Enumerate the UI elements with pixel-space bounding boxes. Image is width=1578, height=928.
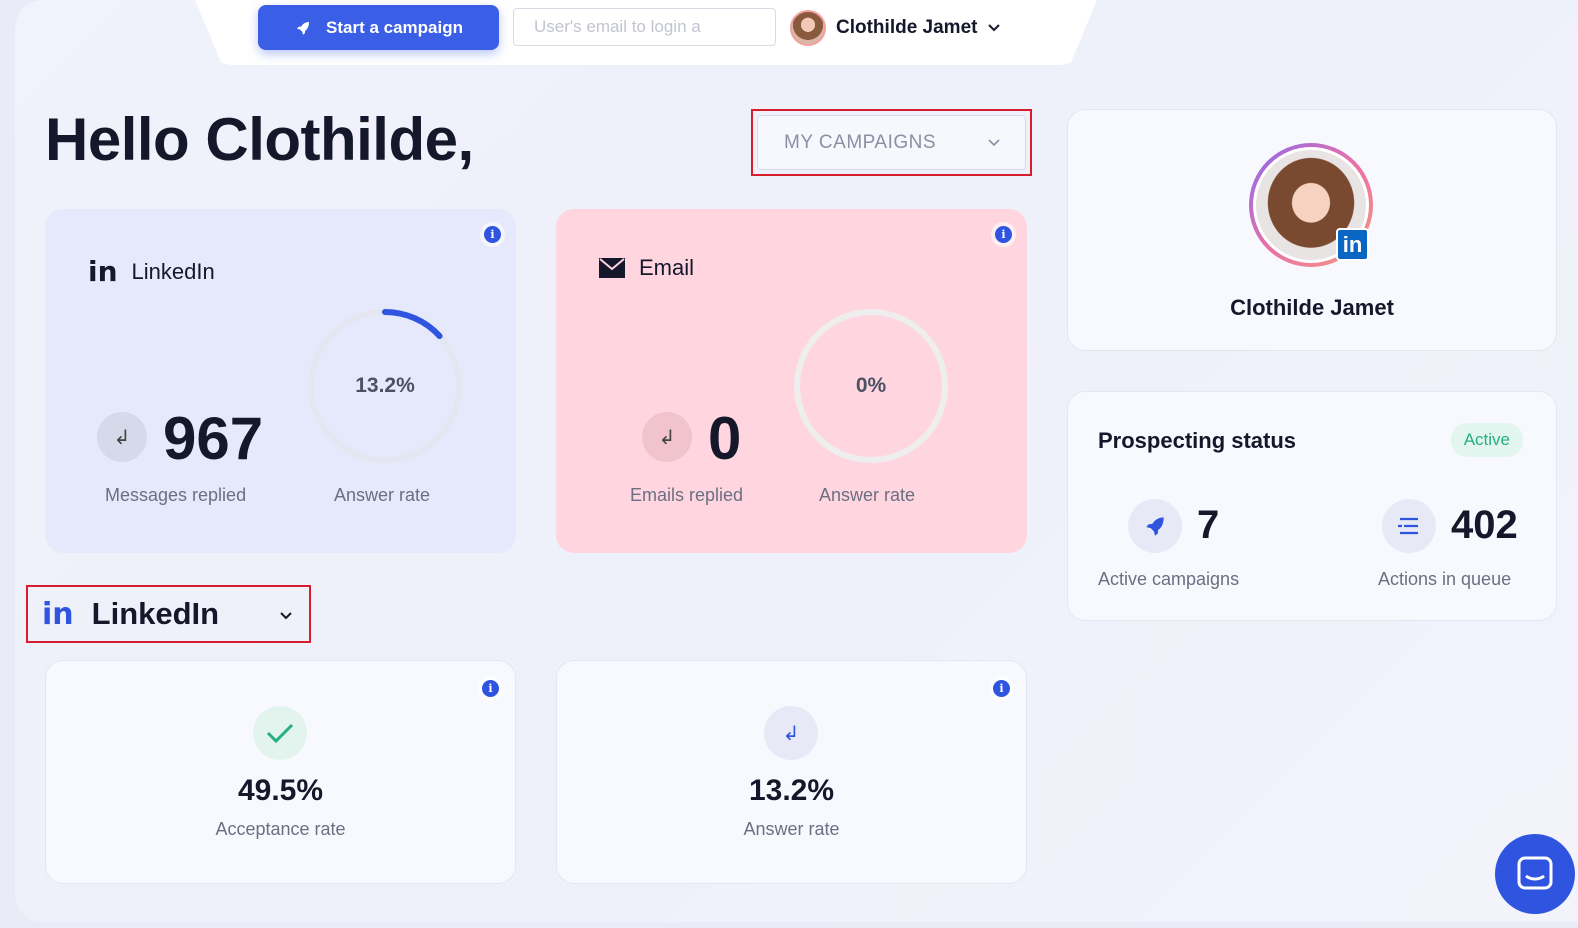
- campaign-filter-select[interactable]: MY CAMPAIGNS: [757, 115, 1026, 170]
- status-badge: Active: [1450, 423, 1523, 457]
- check-icon: [253, 706, 307, 760]
- linkedin-badge-icon: in: [1336, 228, 1369, 261]
- chevron-down-icon: [988, 138, 1000, 146]
- start-campaign-label: Start a campaign: [326, 17, 463, 37]
- prospecting-status-card: Prospecting status Active 7 Active campa…: [1067, 391, 1557, 621]
- info-icon[interactable]: i: [995, 226, 1012, 243]
- answer-rate-card: i ↲ 13.2% Answer rate: [556, 660, 1027, 884]
- linkedin-icon: in: [88, 255, 118, 288]
- answer-rate-value: 0%: [855, 374, 887, 397]
- rocket-icon: [1128, 499, 1182, 553]
- card-header: Email: [599, 255, 694, 281]
- info-icon[interactable]: i: [482, 680, 499, 697]
- acceptance-rate-value: 49.5%: [237, 774, 324, 807]
- user-menu[interactable]: Clothilde Jamet: [790, 9, 1001, 47]
- emails-replied-label: Emails replied: [630, 485, 744, 505]
- info-icon[interactable]: i: [993, 680, 1010, 697]
- messages-replied-value: 967: [163, 405, 264, 472]
- info-icon[interactable]: i: [484, 226, 501, 243]
- page-title: Hello Clothilde,: [45, 106, 474, 173]
- actions-queue-value: 402: [1451, 503, 1518, 547]
- campaign-filter-value: MY CAMPAIGNS: [784, 131, 937, 153]
- user-name: Clothilde Jamet: [836, 17, 978, 38]
- reply-icon: ↲: [764, 706, 818, 760]
- channel-selector-label: LinkedIn: [91, 596, 220, 631]
- start-campaign-button[interactable]: Start a campaign: [258, 5, 499, 50]
- answer-rate-value: 13.2%: [748, 774, 835, 807]
- reply-icon: ↲: [97, 412, 147, 462]
- reply-icon: ↲: [642, 412, 692, 462]
- chevron-down-icon: [280, 612, 292, 620]
- answer-rate-label: Answer rate: [819, 485, 916, 505]
- campaign-filter-highlight: MY CAMPAIGNS: [751, 109, 1032, 176]
- profile-card: in Clothilde Jamet: [1067, 109, 1557, 351]
- avatar: [790, 10, 826, 46]
- active-campaigns-value: 7: [1197, 503, 1220, 547]
- login-as-email-input[interactable]: [513, 8, 776, 46]
- prospecting-status-title: Prospecting status: [1098, 428, 1297, 453]
- answer-rate-value: 13.2%: [355, 374, 415, 397]
- profile-name: Clothilde Jamet: [1230, 295, 1394, 320]
- envelope-icon: [599, 258, 625, 278]
- answer-rate-label: Answer rate: [743, 819, 840, 839]
- linkedin-stats-card: i in LinkedIn ↲ 967 Messages replied 13.…: [45, 209, 516, 553]
- rocket-icon: [297, 21, 309, 35]
- card-header: in LinkedIn: [88, 255, 215, 288]
- messages-replied-label: Messages replied: [105, 485, 247, 505]
- emails-replied-value: 0: [708, 405, 742, 472]
- email-stats-card: i Email ↲ 0 Emails replied 0% Answer rat…: [556, 209, 1027, 553]
- answer-rate-label: Answer rate: [334, 485, 431, 505]
- channel-selector[interactable]: in LinkedIn: [26, 585, 311, 643]
- card-title: LinkedIn: [131, 258, 215, 284]
- chat-support-button[interactable]: [1495, 834, 1575, 914]
- acceptance-rate-card: i 49.5% Acceptance rate: [45, 660, 516, 884]
- chevron-down-icon: [988, 24, 1001, 32]
- queue-list-icon: [1382, 499, 1436, 553]
- active-campaigns-label: Active campaigns: [1098, 569, 1240, 589]
- linkedin-icon: in: [42, 596, 74, 632]
- acceptance-rate-label: Acceptance rate: [215, 819, 346, 839]
- actions-queue-label: Actions in queue: [1378, 569, 1512, 589]
- card-title: Email: [639, 255, 695, 280]
- chat-icon: [1517, 856, 1553, 890]
